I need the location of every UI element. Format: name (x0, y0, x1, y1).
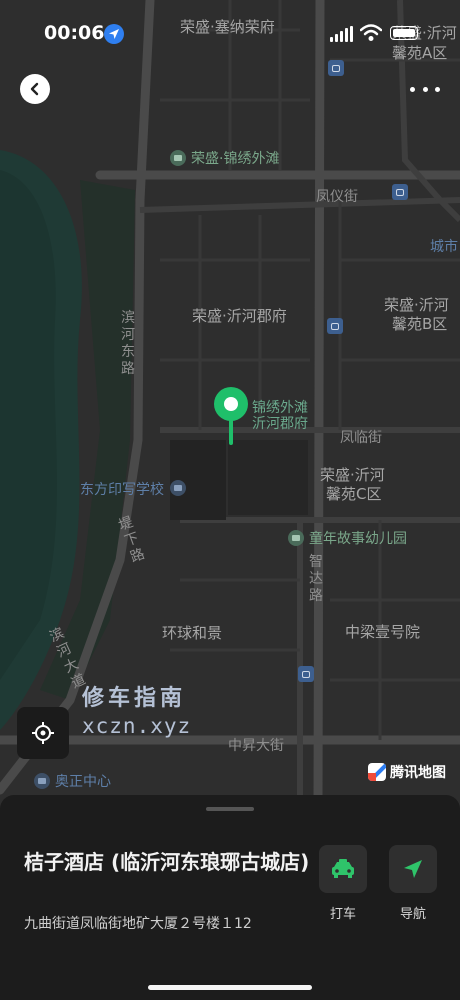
map-label-zhongliang: 中梁壹号院 (345, 623, 421, 641)
place-name: 桔子酒店 (临沂河东琅琊古城店) (24, 850, 310, 874)
navigate-icon (404, 860, 422, 878)
watermark: 修车指南 xczn.xyz (82, 680, 191, 738)
watermark-line1: 修车指南 (82, 686, 187, 711)
navigate-label: 导航 (399, 907, 426, 922)
map-label-huanqiu: 环球和景 (162, 624, 223, 642)
map-label-aozheng: 奥正中心 (55, 774, 111, 790)
pin-label-line2: 沂河郡府 (252, 416, 308, 432)
map-label-dongfang-school: 东方印写学校 (80, 482, 164, 498)
home-indicator (148, 985, 312, 990)
map-pin-icon[interactable] (211, 386, 251, 446)
cellular-signal-icon (330, 26, 353, 42)
taxi-label: 打车 (329, 907, 356, 922)
bus-stop-icon (392, 184, 408, 200)
poi-icon (170, 150, 186, 166)
pin-label: 锦绣外滩 沂河郡府 (252, 400, 308, 432)
back-button[interactable] (20, 74, 50, 104)
bus-stop-icon (298, 666, 314, 682)
place-address: 九曲街道凤临街地矿大厦２号楼１12 (24, 916, 252, 932)
watermark-line2: xczn.xyz (82, 714, 192, 738)
map-label-jinxiu: 荣盛·锦绣外滩 (191, 151, 280, 167)
back-icon (30, 82, 39, 96)
more-button[interactable] (410, 80, 440, 98)
map-label-yiheyuan-b-1: 荣盛·沂河 (384, 296, 449, 314)
status-time: 00:06 (44, 22, 105, 44)
taxi-icon (332, 859, 354, 878)
map-label-fengyi: 凤仪街 (316, 189, 358, 205)
poi-icon (170, 480, 186, 496)
poi-icon (288, 530, 304, 546)
sheet-handle[interactable] (206, 807, 254, 811)
place-sheet[interactable]: 桔子酒店 (临沂河东琅琊古城店) 九曲街道凤临街地矿大厦２号楼１12 打车 导航 (0, 795, 460, 1000)
locate-icon (32, 722, 54, 744)
map-provider-logo: 腾讯地图 (368, 762, 446, 782)
map-label-city: 城市 (430, 239, 458, 255)
battery-icon (390, 26, 418, 40)
poi-icon (34, 773, 50, 789)
bus-stop-icon (327, 318, 343, 334)
locate-button[interactable] (17, 707, 69, 759)
navigate-button[interactable]: 导航 (389, 845, 437, 922)
map-label-fenglin: 凤临街 (340, 430, 382, 446)
tencent-map-logo-icon (368, 763, 386, 781)
status-bar: 00:06 (0, 0, 460, 64)
location-arrow-icon (104, 24, 124, 44)
map-label-yiheyuan-c-1: 荣盛·沂河 (320, 466, 385, 484)
map-label-yiheyuan-b-2: 馨苑B区 (392, 315, 448, 333)
map-provider-label: 腾讯地图 (390, 765, 446, 781)
map-label-kindergarten: 童年故事幼儿园 (309, 531, 407, 547)
map-label-yiheyuan-c-2: 馨苑C区 (326, 485, 382, 503)
wifi-icon (359, 24, 383, 46)
more-icon (410, 86, 415, 92)
map-label-junfu: 荣盛·沂河郡府 (192, 307, 287, 325)
map-label-binhe-east: 滨河东路 (121, 310, 135, 377)
pin-label-line1: 锦绣外滩 (252, 400, 308, 416)
taxi-button[interactable]: 打车 (319, 845, 367, 922)
map-label-zhida: 智达路 (309, 554, 323, 604)
map-label-zhongsheng: 中昇大街 (228, 738, 284, 754)
